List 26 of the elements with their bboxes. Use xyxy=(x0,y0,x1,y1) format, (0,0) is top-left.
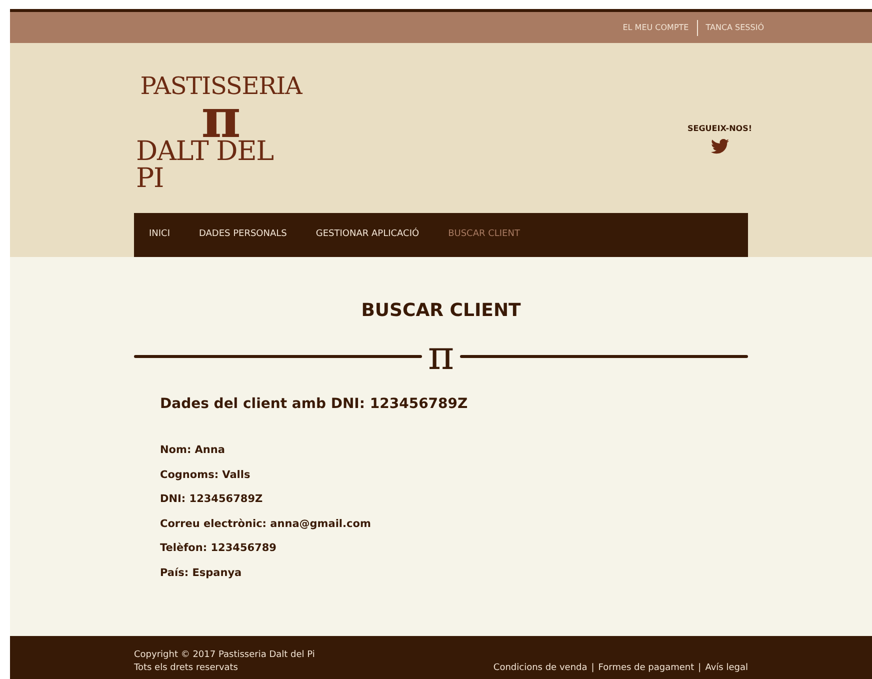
client-field: Nom: Anna xyxy=(160,443,748,458)
rights-text: Tots els drets reservats xyxy=(134,662,239,675)
client-field: Telèfon: 123456789 xyxy=(160,541,748,556)
client-field: País: Espanya xyxy=(160,566,748,581)
client-field: Correu electrònic: anna@gmail.com xyxy=(160,516,748,532)
nav-tab[interactable]: INICI xyxy=(149,228,170,242)
footer-link[interactable]: Formes de pagament xyxy=(598,662,694,675)
copyright-text: Copyright © 2017 Pastisseria Dalt del Pi xyxy=(134,649,315,662)
section-heading: Dades del client amb DNI: 123456789Z xyxy=(160,395,469,414)
nav-tab[interactable]: DADES PERSONALS xyxy=(198,228,287,242)
logo[interactable]: PASTISSERIA π DALT DEL PI xyxy=(136,74,306,192)
logo-symbol: π xyxy=(201,98,241,138)
page-title: BUSCAR CLIENT xyxy=(360,299,522,323)
divider-symbol: π xyxy=(428,338,454,374)
nav-tab[interactable]: BUSCAR CLIENT xyxy=(448,228,520,242)
twitter-bird-icon[interactable] xyxy=(710,138,729,154)
separator-text: | xyxy=(591,662,594,675)
nav-tab[interactable]: GESTIONAR APLICACIÓ xyxy=(316,228,420,242)
footer-link[interactable]: Condicions de venda xyxy=(493,662,588,675)
social-label: SEGUEIX-NOS! xyxy=(688,122,752,134)
separator-text: | xyxy=(698,662,702,675)
client-field: DNI: 123456789Z xyxy=(160,492,748,508)
footer-link[interactable]: Avís legal xyxy=(705,662,748,675)
logo-text: PASTISSERIA xyxy=(140,74,302,98)
client-field: Cognoms: Valls xyxy=(160,468,748,483)
logo-text: DALT DEL PI xyxy=(136,138,274,192)
